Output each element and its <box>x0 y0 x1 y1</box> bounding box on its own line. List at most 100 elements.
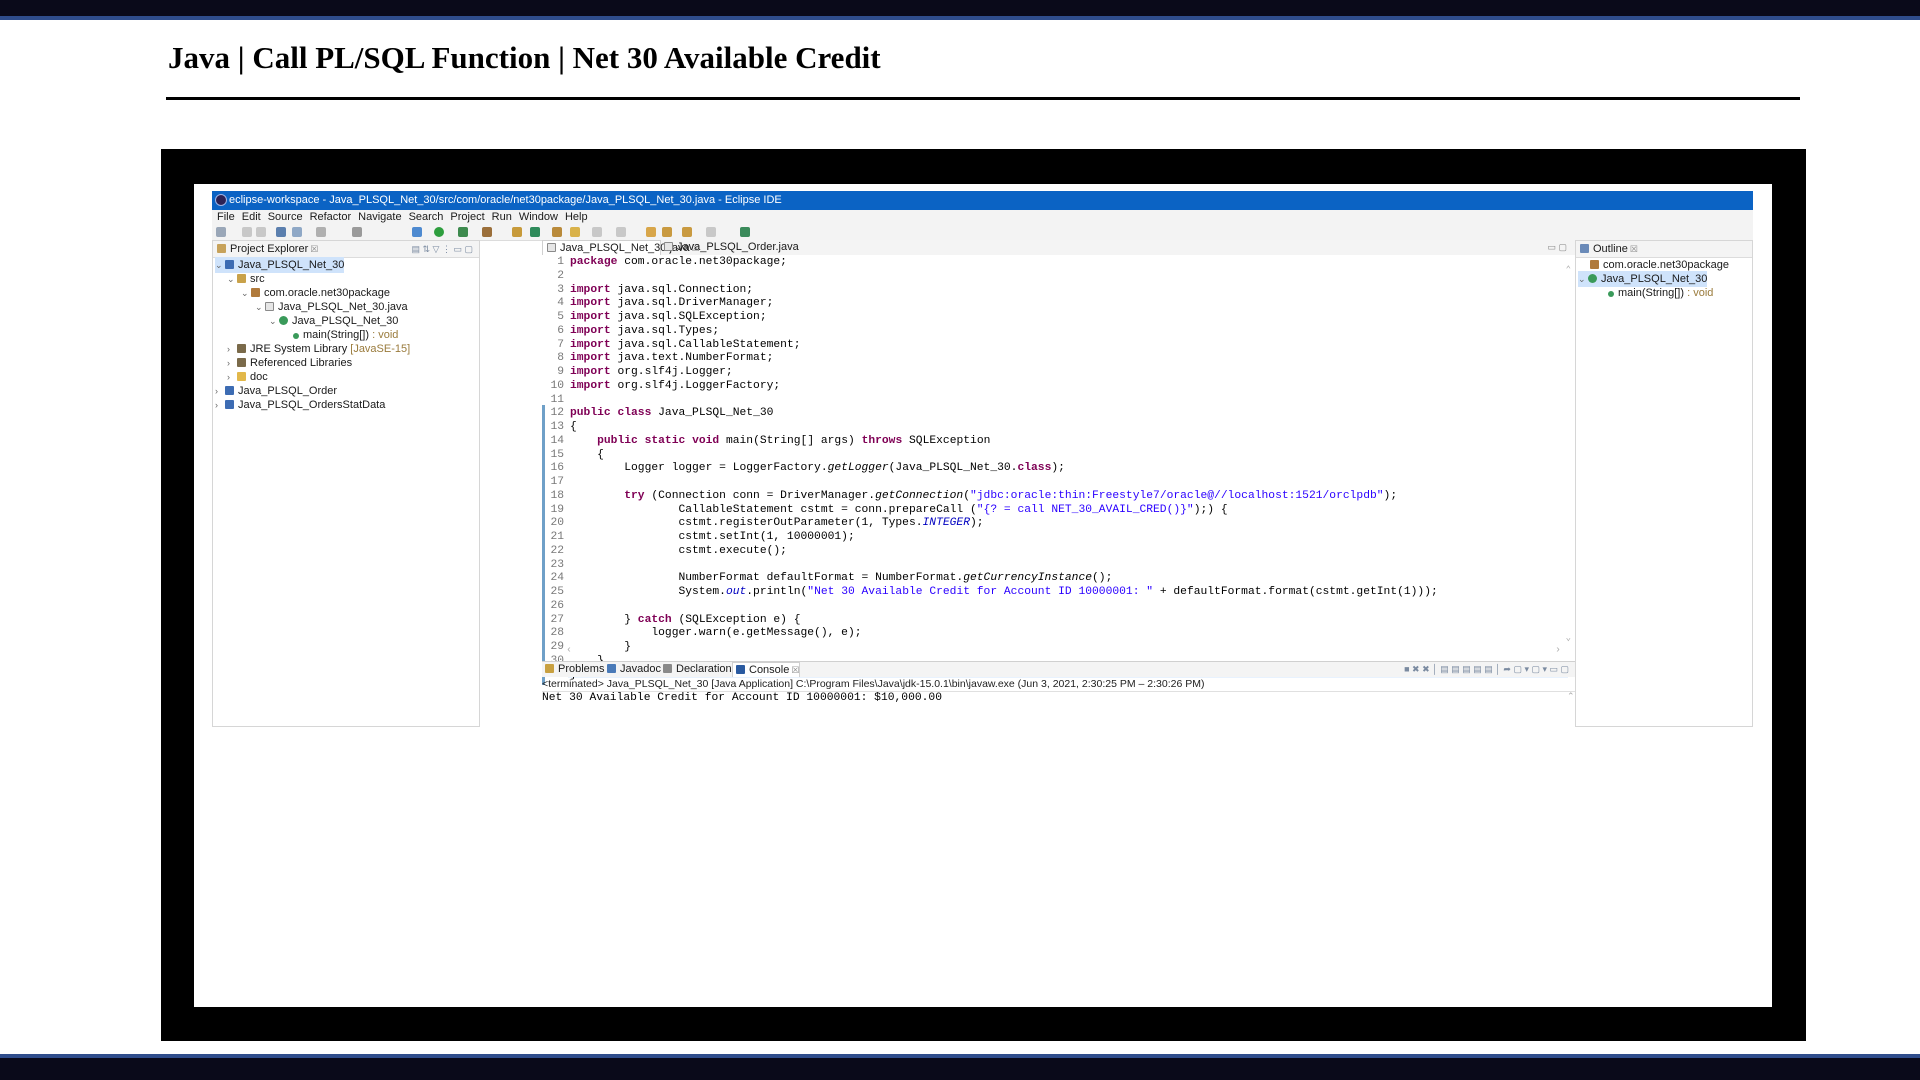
code-text: import java.text.NumberFormat; <box>570 352 774 365</box>
outline-item-label: Java_PLSQL_Net_30 <box>1601 273 1708 285</box>
skip-breakpoints-icon[interactable] <box>292 227 302 237</box>
line-number: 9 <box>557 366 564 378</box>
open-perspective-icon[interactable] <box>740 227 750 237</box>
eclipse-window: eclipse-workspace - Java_PLSQL_Net_30/sr… <box>212 191 1753 847</box>
tree-item-project-stat[interactable]: › Java_PLSQL_OrdersStatData <box>215 397 385 413</box>
close-icon[interactable]: ☒ <box>310 244 318 254</box>
chevron-down-icon[interactable]: ⌄ <box>255 299 265 315</box>
menu-edit[interactable]: Edit <box>242 211 261 223</box>
menu-file[interactable]: File <box>217 211 235 223</box>
line-number: 2 <box>557 269 564 282</box>
menu-navigate[interactable]: Navigate <box>358 211 401 223</box>
package-declaration-icon <box>1590 260 1599 269</box>
editor-tab-bar: Java_PLSQL_Net_30.java ☒ Java_PLSQL_Order… <box>542 240 1575 256</box>
view-menu-icon[interactable]: ▤ ⇅ ▽ ⋮ ▭ ▢ <box>412 241 473 257</box>
main-toolbar <box>212 225 1753 241</box>
new-java-project-icon[interactable] <box>512 227 522 237</box>
run-icon[interactable] <box>434 227 444 237</box>
tree-item-label: Java_PLSQL_Net_30 <box>238 259 345 271</box>
outline-tab[interactable]: Outline <box>1593 243 1628 255</box>
tree-item-decoration: [JavaSE-15] <box>347 343 411 355</box>
code-text: import java.sql.SQLException; <box>570 311 767 323</box>
tab-javadoc[interactable]: Javadoc <box>604 662 661 677</box>
terminal-icon[interactable] <box>276 227 286 237</box>
debug-tool-icon[interactable] <box>316 227 326 237</box>
code-text: { <box>570 448 604 461</box>
window-title: eclipse-workspace - Java_PLSQL_Net_30/sr… <box>229 194 782 206</box>
tab-declaration[interactable]: Declaration <box>660 662 732 677</box>
code-text: import java.sql.DriverManager; <box>570 297 774 310</box>
toggle-mark-icon[interactable] <box>592 227 602 237</box>
tree-item-label: JRE System Library <box>250 343 348 355</box>
external-tools-icon[interactable] <box>482 227 492 237</box>
line-number: 19 <box>550 503 564 516</box>
tree-item-label: Java_PLSQL_Net_30.java <box>278 301 408 313</box>
back-history-icon[interactable] <box>682 227 692 237</box>
slide-title: Java | Call PL/SQL Function | Net 30 Ava… <box>168 40 881 75</box>
close-icon[interactable]: ☒ <box>1630 244 1638 254</box>
code-text: System.out.println("Net 30 Available Cre… <box>570 586 1438 598</box>
scroll-left-icon[interactable]: ‹ <box>566 645 572 656</box>
save-all-icon[interactable] <box>256 227 266 237</box>
next-annotation-icon[interactable] <box>616 227 626 237</box>
scroll-down-icon[interactable]: ⌄ <box>1566 633 1571 643</box>
declaration-icon <box>663 664 672 673</box>
menu-run[interactable]: Run <box>492 211 512 223</box>
chevron-down-icon[interactable]: ⌄ <box>269 313 279 329</box>
code-editor[interactable]: 1 package com.oracle.net30package; 2 3 impor… <box>542 255 1575 685</box>
console-scroll-up-icon[interactable]: ⌃ <box>1567 691 1575 702</box>
maximize-icon[interactable]: ▭ ▢ <box>1547 240 1567 255</box>
tab-net30-java[interactable]: Java_PLSQL_Net_30.java ☒ <box>542 240 700 256</box>
save-icon[interactable] <box>242 227 252 237</box>
back-icon[interactable] <box>662 227 672 237</box>
tab-problems[interactable]: Problems <box>542 662 604 677</box>
code-text: public class Java_PLSQL_Net_30 <box>570 407 774 420</box>
code-text: } catch (SQLException e) { <box>570 613 801 626</box>
new-package-icon[interactable] <box>530 227 540 237</box>
class-icon <box>279 316 288 325</box>
console-toolbar-icons[interactable]: ■ ✖ ✖ │ ▤ ▤ ▤ ▤ ▤ │ ➦ ▢ ▾ ▢ ▾ ▭ ▢ <box>1404 662 1569 677</box>
code-text: } <box>570 641 632 653</box>
scroll-up-icon[interactable]: ⌃ <box>1566 265 1571 275</box>
menu-source[interactable]: Source <box>268 211 303 223</box>
menu-search[interactable]: Search <box>409 211 444 223</box>
line-number: 6 <box>557 324 564 337</box>
menu-window[interactable]: Window <box>519 211 558 223</box>
project-explorer-panel: Project Explorer ☒ ▤ ⇅ ▽ ⋮ ▭ ▢ ⌄ Java_PLSQ… <box>212 240 480 727</box>
line-number: 8 <box>557 352 564 365</box>
close-icon[interactable]: ☒ <box>791 665 799 675</box>
line-number: 23 <box>550 558 564 571</box>
coverage-icon[interactable] <box>458 227 468 237</box>
outline-item-label: main(String[]) <box>1618 287 1685 299</box>
new-icon[interactable] <box>216 227 226 237</box>
search-icon[interactable] <box>570 227 580 237</box>
menu-project[interactable]: Project <box>450 211 484 223</box>
outline-item-method[interactable]: main(String[]) : void <box>1608 285 1713 301</box>
chevron-down-icon[interactable]: ⌄ <box>215 257 225 273</box>
code-text: import java.sql.Types; <box>570 324 720 337</box>
scroll-right-icon[interactable]: › <box>1555 645 1561 656</box>
outline-panel: Outline ☒ com.oracle.net30package ⌄ Java_P… <box>1575 240 1753 727</box>
method-icon <box>293 333 299 339</box>
project-explorer-header: Project Explorer ☒ ▤ ⇅ ▽ ⋮ ▭ ▢ <box>213 241 479 258</box>
resume-icon[interactable] <box>352 227 362 237</box>
tab-order-java[interactable]: Java_PLSQL_Order.java <box>660 240 799 255</box>
tab-console[interactable]: Console ☒ <box>732 662 801 677</box>
project-explorer-tab[interactable]: Project Explorer <box>230 243 308 255</box>
forward-icon[interactable] <box>706 227 716 237</box>
menu-refactor[interactable]: Refactor <box>310 211 352 223</box>
tab-label: Declaration <box>676 663 732 675</box>
line-number: 10 <box>550 379 564 392</box>
chevron-right-icon[interactable]: › <box>215 397 225 413</box>
chevron-down-icon[interactable]: ⌄ <box>227 271 237 287</box>
open-type-icon[interactable] <box>552 227 562 237</box>
code-text: try (Connection conn = DriverManager.get… <box>624 489 1398 502</box>
menu-help[interactable]: Help <box>565 211 588 223</box>
bottom-tab-bar: Problems Javadoc Declaration Console ☒ ■ … <box>542 661 1575 677</box>
last-edit-icon[interactable] <box>646 227 656 237</box>
chevron-down-icon[interactable]: ⌄ <box>1578 271 1588 287</box>
debug-icon[interactable] <box>412 227 422 237</box>
chevron-down-icon[interactable]: ⌄ <box>241 285 251 301</box>
class-icon <box>1588 274 1597 283</box>
console-status: <terminated> Java_PLSQL_Net_30 [Java App… <box>542 677 1575 692</box>
